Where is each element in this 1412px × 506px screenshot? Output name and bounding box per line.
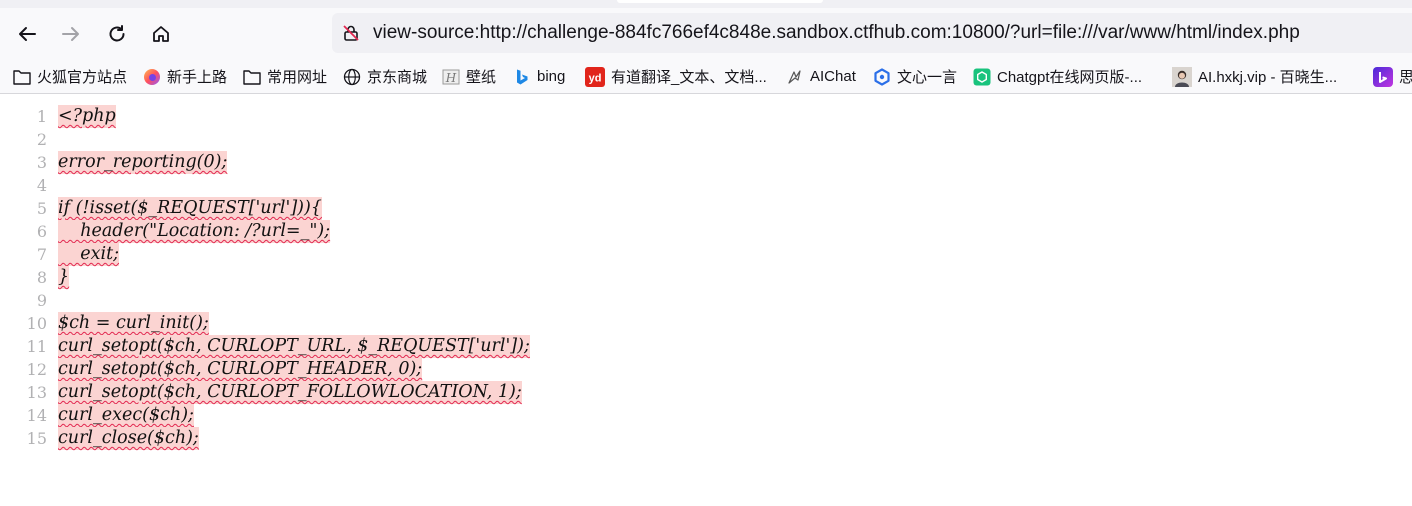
bookmark-folder-common-sites[interactable]: 常用网址 (243, 60, 327, 93)
bookmark-folder-firefox-sites[interactable]: 火狐官方站点 (13, 60, 127, 93)
bookmarks-toolbar: 火狐官方站点 新手上路 常用网址 京东商城 H 壁纸 bing yd 有道翻译_… (0, 60, 1412, 94)
folder-icon (243, 68, 261, 86)
bookmark-label: 火狐官方站点 (37, 69, 128, 86)
line-number: 1 (36, 107, 47, 126)
bookmark-label: 常用网址 (267, 69, 328, 86)
source-code[interactable]: $ch = curl_init(); (58, 312, 209, 335)
source-code[interactable]: exit; (58, 243, 120, 266)
home-button[interactable] (146, 20, 176, 48)
svg-text:yd: yd (589, 72, 602, 84)
firefox-icon (143, 68, 161, 86)
bookmark-chatgpt-online[interactable]: Chatgpt在线网页版-... (973, 60, 1142, 93)
line-number: 6 (36, 222, 47, 241)
line-number: 14 (26, 406, 47, 425)
bookmark-wenxin-yiyan[interactable]: 文心一言 (873, 60, 957, 93)
line-number: 2 (36, 130, 47, 149)
source-code[interactable]: curl_setopt($ch, CURLOPT_FOLLOWLOCATION,… (58, 381, 522, 404)
source-code[interactable]: header("Location: /?url=_"); (58, 220, 331, 243)
bookmark-label: 新手上路 (167, 69, 228, 86)
bing-icon (513, 68, 531, 86)
home-icon (153, 26, 169, 42)
wenxin-icon (873, 67, 891, 86)
source-code[interactable]: curl_setopt($ch, CURLOPT_HEADER, 0); (58, 358, 423, 381)
bookmark-youdao-translate[interactable]: yd 有道翻译_文本、文档... (585, 60, 767, 93)
bookmark-jd-mall[interactable]: 京东商城 (343, 60, 427, 93)
wallpaper-icon: H (442, 68, 460, 86)
back-button[interactable] (12, 20, 42, 48)
forward-arrow-icon (62, 27, 79, 41)
reload-icon (109, 25, 125, 42)
url-text[interactable]: view-source:http://challenge-884fc766ef4… (373, 13, 1300, 53)
bookmark-si[interactable]: 思 (1373, 60, 1412, 93)
line-number: 10 (26, 314, 47, 333)
line-number: 3 (36, 153, 47, 172)
bookmark-ai-hxkj[interactable]: AI.hxkj.vip - 百晓生... (1172, 60, 1337, 93)
line-number: 7 (36, 245, 47, 264)
bookmark-getting-started[interactable]: 新手上路 (143, 60, 227, 93)
bookmark-label: Chatgpt在线网页版-... (997, 69, 1143, 86)
aichat-icon (786, 68, 804, 86)
bookmark-label: 文心一言 (897, 69, 958, 86)
chatgpt-icon (973, 68, 991, 86)
line-number: 9 (36, 291, 47, 310)
tab-strip (0, 0, 1412, 8)
line-number: 8 (36, 268, 47, 287)
forward-button[interactable] (56, 20, 86, 48)
bookmark-wallpaper[interactable]: H 壁纸 (442, 60, 496, 93)
bookmark-aichat[interactable]: AIChat (786, 60, 856, 93)
back-arrow-icon (19, 27, 36, 41)
bookmark-label: 京东商城 (367, 69, 428, 86)
page-source-view: 1 <?php 2 3 error_reporting(0); 4 5 if (… (0, 94, 1412, 506)
avatar-icon (1172, 66, 1192, 87)
source-code[interactable]: error_reporting(0); (58, 151, 228, 174)
source-code[interactable]: curl_setopt($ch, CURLOPT_URL, $_REQUEST[… (58, 335, 530, 358)
line-number: 11 (26, 337, 47, 356)
reload-button[interactable] (102, 20, 132, 48)
bookmark-label: 有道翻译_文本、文档... (611, 69, 767, 86)
youdao-icon: yd (585, 66, 605, 87)
bookmark-label: 思 (1399, 69, 1412, 86)
address-bar[interactable]: view-source:http://challenge-884fc766ef4… (332, 13, 1412, 53)
navigation-toolbar: view-source:http://challenge-884fc766ef4… (0, 8, 1412, 60)
line-number: 12 (26, 360, 47, 379)
source-code[interactable]: curl_close($ch); (58, 427, 199, 450)
line-number: 15 (26, 429, 47, 448)
line-number: 5 (36, 199, 47, 218)
insecure-lock-icon[interactable] (342, 24, 360, 47)
source-code[interactable]: if (!isset($_REQUEST['url'])){ (58, 197, 322, 220)
bookmark-label: AIChat (810, 68, 856, 85)
bookmark-label: AI.hxkj.vip - 百晓生... (1198, 69, 1338, 86)
line-number: 4 (36, 176, 47, 195)
source-code[interactable]: } (58, 266, 70, 289)
svg-text:H: H (445, 71, 457, 85)
line-number: 13 (26, 383, 47, 402)
source-code[interactable]: curl_exec($ch); (58, 404, 194, 427)
app-icon (1373, 66, 1393, 87)
source-code[interactable]: <?php (58, 105, 116, 128)
bookmark-bing[interactable]: bing (513, 60, 565, 93)
active-tab-edge[interactable] (617, 0, 823, 3)
bookmark-label: 壁纸 (466, 69, 497, 86)
globe-icon (343, 68, 361, 86)
bookmark-label: bing (537, 68, 566, 85)
folder-icon (13, 68, 31, 86)
